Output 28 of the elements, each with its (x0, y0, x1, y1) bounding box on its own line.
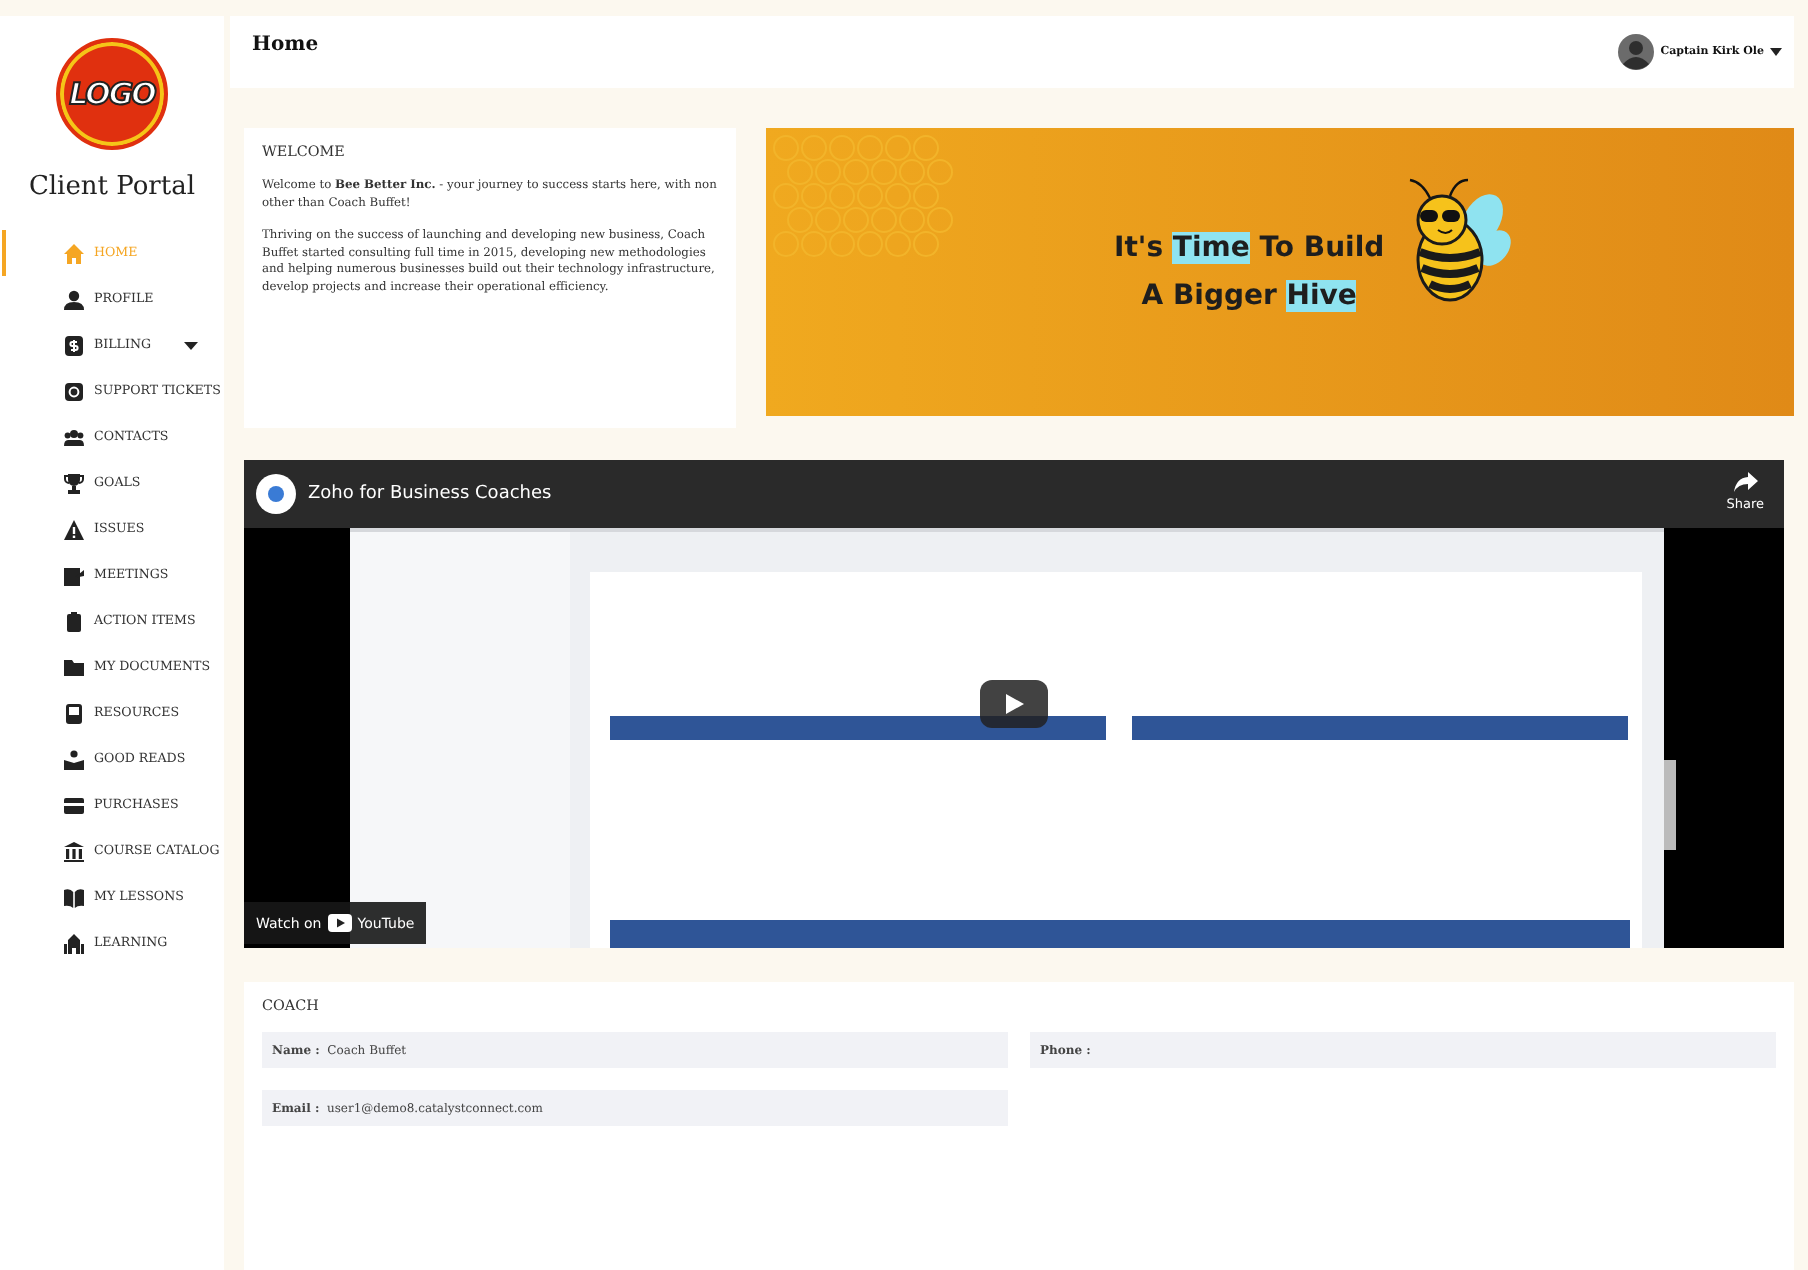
caret-icon (1770, 48, 1782, 56)
caret-icon (184, 341, 198, 349)
page-title: Home (252, 33, 319, 55)
home-icon (64, 243, 84, 263)
clipboard-icon (64, 611, 84, 631)
card-icon (64, 795, 84, 815)
dollar-icon (64, 335, 84, 355)
portal-title: Client Portal (26, 172, 198, 202)
school-icon (64, 933, 84, 953)
trophy-icon (64, 473, 84, 493)
building-icon (64, 841, 84, 861)
video-title[interactable]: Zoho for Business Coaches (308, 484, 552, 504)
people-icon (64, 427, 84, 447)
logo: LOGO (56, 38, 168, 150)
ticket-icon (64, 381, 84, 401)
share-icon (1733, 472, 1758, 492)
open-book-icon (64, 887, 84, 907)
reader-icon (64, 749, 84, 769)
user-icon (64, 289, 84, 309)
headline-text: It's Time To Build (1114, 230, 1385, 268)
play-button-icon (980, 680, 1048, 728)
warning-icon (64, 519, 84, 539)
folder-icon (64, 657, 84, 677)
avatar-icon (1618, 34, 1655, 70)
play-logo-icon (327, 914, 352, 932)
headline-text: A Bigger Hive (1141, 278, 1357, 316)
channel-avatar-icon (256, 474, 296, 514)
book-icon (64, 703, 84, 723)
